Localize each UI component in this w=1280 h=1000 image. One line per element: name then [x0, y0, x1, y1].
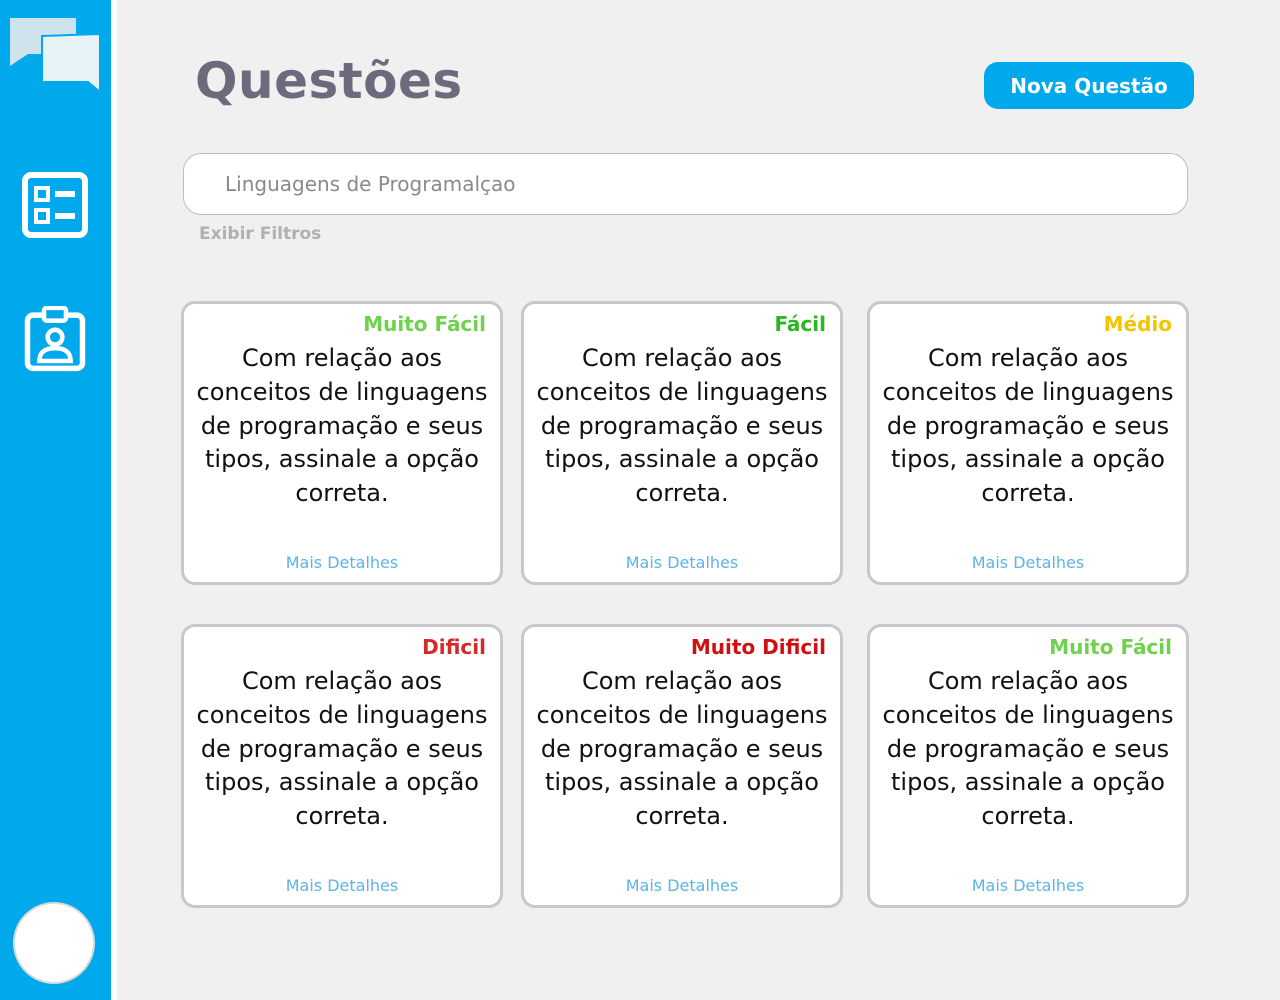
page-title: Questões — [195, 52, 463, 110]
difficulty-label: Muito Fácil — [363, 312, 486, 336]
search-box — [183, 153, 1188, 215]
question-text: Com relação aos conceitos de linguagens … — [536, 344, 828, 508]
question-card[interactable]: Fácil Com relação aos conceitos de lingu… — [521, 301, 843, 585]
difficulty-label: Médio — [1103, 312, 1172, 336]
more-details-link[interactable]: Mais Detalhes — [870, 876, 1186, 895]
show-filters-link[interactable]: Exibir Filtros — [199, 224, 321, 244]
new-question-button[interactable]: Nova Questão — [984, 62, 1194, 109]
question-text: Com relação aos conceitos de linguagens … — [196, 667, 488, 831]
more-details-link[interactable]: Mais Detalhes — [184, 553, 500, 572]
difficulty-label: Muito Fácil — [1049, 635, 1172, 659]
difficulty-label: Dificil — [422, 635, 486, 659]
more-details-link[interactable]: Mais Detalhes — [870, 553, 1186, 572]
question-text: Com relação aos conceitos de linguagens … — [882, 344, 1174, 508]
question-card[interactable]: Dificil Com relação aos conceitos de lin… — [181, 624, 503, 908]
search-input[interactable] — [225, 172, 1146, 196]
question-card[interactable]: Médio Com relação aos conceitos de lingu… — [867, 301, 1189, 585]
user-avatar[interactable] — [13, 902, 95, 984]
more-details-link[interactable]: Mais Detalhes — [524, 553, 840, 572]
questions-list-icon[interactable] — [22, 172, 88, 238]
more-details-link[interactable]: Mais Detalhes — [524, 876, 840, 895]
difficulty-label: Fácil — [774, 312, 826, 336]
sidebar-divider — [111, 0, 117, 1000]
more-details-link[interactable]: Mais Detalhes — [184, 876, 500, 895]
id-badge-icon[interactable] — [22, 306, 88, 372]
question-text: Com relação aos conceitos de linguagens … — [536, 667, 828, 831]
question-card[interactable]: Muito Dificil Com relação aos conceitos … — [521, 624, 843, 908]
question-text: Com relação aos conceitos de linguagens … — [196, 344, 488, 508]
question-card[interactable]: Muito Fácil Com relação aos conceitos de… — [181, 301, 503, 585]
sidebar — [0, 0, 111, 1000]
difficulty-label: Muito Dificil — [690, 635, 826, 659]
question-text: Com relação aos conceitos de linguagens … — [882, 667, 1174, 831]
chat-bubbles-logo-icon — [10, 18, 101, 94]
question-card[interactable]: Muito Fácil Com relação aos conceitos de… — [867, 624, 1189, 908]
